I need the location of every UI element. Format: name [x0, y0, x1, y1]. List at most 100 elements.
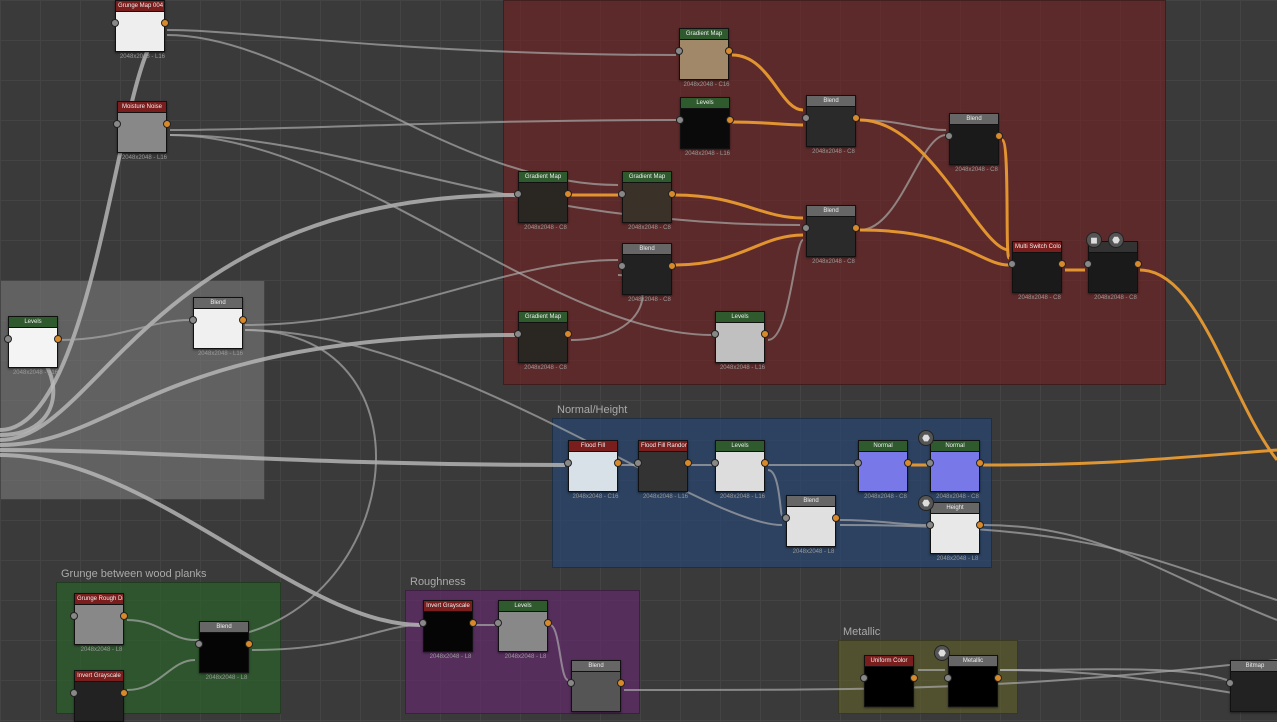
node-blend_r4[interactable]: Blend: [622, 243, 672, 295]
input-port[interactable]: [926, 459, 934, 467]
node-normal2[interactable]: Normal: [930, 440, 980, 492]
output-port[interactable]: [725, 47, 733, 55]
input-port[interactable]: [514, 330, 522, 338]
output-port[interactable]: [161, 19, 169, 27]
node-blend_r1[interactable]: Blend: [806, 95, 856, 147]
input-port[interactable]: [711, 330, 719, 338]
node-multiswitch[interactable]: Multi Switch Color: [1012, 241, 1062, 293]
input-port[interactable]: [618, 190, 626, 198]
output-port[interactable]: [544, 619, 552, 627]
node-blend_g1[interactable]: Blend: [199, 621, 249, 673]
output-port[interactable]: [245, 640, 253, 648]
output-port[interactable]: [852, 224, 860, 232]
input-port[interactable]: [634, 459, 642, 467]
input-port[interactable]: [494, 619, 502, 627]
output-port[interactable]: [726, 116, 734, 124]
output-port[interactable]: [761, 330, 769, 338]
input-port[interactable]: [1084, 260, 1092, 268]
pin-icon[interactable]: ⬣: [1108, 232, 1124, 248]
input-port[interactable]: [111, 19, 119, 27]
node-invertg[interactable]: Invert Grayscale: [74, 670, 124, 722]
output-port[interactable]: [564, 190, 572, 198]
node-grunge004[interactable]: Grunge Map 004: [115, 0, 165, 52]
output-port[interactable]: [1134, 260, 1142, 268]
input-port[interactable]: [70, 689, 78, 697]
input-port[interactable]: [944, 674, 952, 682]
input-port[interactable]: [514, 190, 522, 198]
output-port[interactable]: [54, 335, 62, 343]
input-port[interactable]: [802, 224, 810, 232]
node-levels2[interactable]: Levels: [680, 97, 730, 149]
output-port[interactable]: [976, 521, 984, 529]
output-port[interactable]: [163, 120, 171, 128]
node-bitmap[interactable]: Bitmap: [1230, 660, 1277, 712]
node-gradmap4[interactable]: Gradient Map: [518, 311, 568, 363]
pin-icon[interactable]: ⬣: [918, 430, 934, 446]
input-port[interactable]: [676, 116, 684, 124]
node-grungerd[interactable]: Grunge Rough Dirty: [74, 593, 124, 645]
node-gradmap3[interactable]: Gradient Map: [622, 171, 672, 223]
input-port[interactable]: [711, 459, 719, 467]
node-blend_r3[interactable]: Blend: [806, 205, 856, 257]
output-port[interactable]: [995, 132, 1003, 140]
output-port[interactable]: [1058, 260, 1066, 268]
input-port[interactable]: [419, 619, 427, 627]
output-port[interactable]: [120, 612, 128, 620]
node-gradmap2[interactable]: Gradient Map: [518, 171, 568, 223]
node-unicolor[interactable]: Uniform Color: [864, 655, 914, 707]
node-blend_gray[interactable]: Blend: [193, 297, 243, 349]
input-port[interactable]: [618, 262, 626, 270]
node-blend_p1[interactable]: Blend: [571, 660, 621, 712]
node-blend_b1[interactable]: Blend: [786, 495, 836, 547]
pin-icon[interactable]: ⬣: [918, 495, 934, 511]
node-metallic[interactable]: Metallic: [948, 655, 998, 707]
output-port[interactable]: [239, 316, 247, 324]
output-port[interactable]: [564, 330, 572, 338]
input-port[interactable]: [675, 47, 683, 55]
output-port[interactable]: [684, 459, 692, 467]
node-floodfill[interactable]: Flood Fill: [568, 440, 618, 492]
output-port[interactable]: [994, 674, 1002, 682]
node-normal1[interactable]: Normal: [858, 440, 908, 492]
node-blend_r2[interactable]: Blend: [949, 113, 999, 165]
frame-red[interactable]: [503, 0, 1166, 385]
input-port[interactable]: [1226, 679, 1234, 687]
node-levels5[interactable]: Levels: [498, 600, 548, 652]
node-moisture[interactable]: Moisture Noise: [117, 101, 167, 153]
input-port[interactable]: [802, 114, 810, 122]
node-levels1[interactable]: Levels: [8, 316, 58, 368]
node-height[interactable]: Height: [930, 502, 980, 554]
input-port[interactable]: [782, 514, 790, 522]
input-port[interactable]: [564, 459, 572, 467]
output-port[interactable]: [852, 114, 860, 122]
input-port[interactable]: [4, 335, 12, 343]
output-port[interactable]: [617, 679, 625, 687]
output-port[interactable]: [761, 459, 769, 467]
output-port[interactable]: [668, 190, 676, 198]
output-port[interactable]: [910, 674, 918, 682]
input-port[interactable]: [860, 674, 868, 682]
input-port[interactable]: [113, 120, 121, 128]
node-levels3[interactable]: Levels: [715, 311, 765, 363]
output-port[interactable]: [832, 514, 840, 522]
input-port[interactable]: [70, 612, 78, 620]
output-port[interactable]: [469, 619, 477, 627]
output-port[interactable]: [668, 262, 676, 270]
output-port[interactable]: [614, 459, 622, 467]
input-port[interactable]: [189, 316, 197, 324]
node-floodrand[interactable]: Flood Fill Random Gr: [638, 440, 688, 492]
input-port[interactable]: [854, 459, 862, 467]
node-gradmap1[interactable]: Gradient Map: [679, 28, 729, 80]
node-levels4[interactable]: Levels: [715, 440, 765, 492]
input-port[interactable]: [1008, 260, 1016, 268]
output-port[interactable]: [976, 459, 984, 467]
pin-icon[interactable]: ◼: [1086, 232, 1102, 248]
output-port[interactable]: [120, 689, 128, 697]
node-out_red[interactable]: [1088, 241, 1138, 293]
input-port[interactable]: [926, 521, 934, 529]
node-invertg2[interactable]: Invert Grayscale: [423, 600, 473, 652]
pin-icon[interactable]: ⬣: [934, 645, 950, 661]
input-port[interactable]: [945, 132, 953, 140]
input-port[interactable]: [567, 679, 575, 687]
output-port[interactable]: [904, 459, 912, 467]
